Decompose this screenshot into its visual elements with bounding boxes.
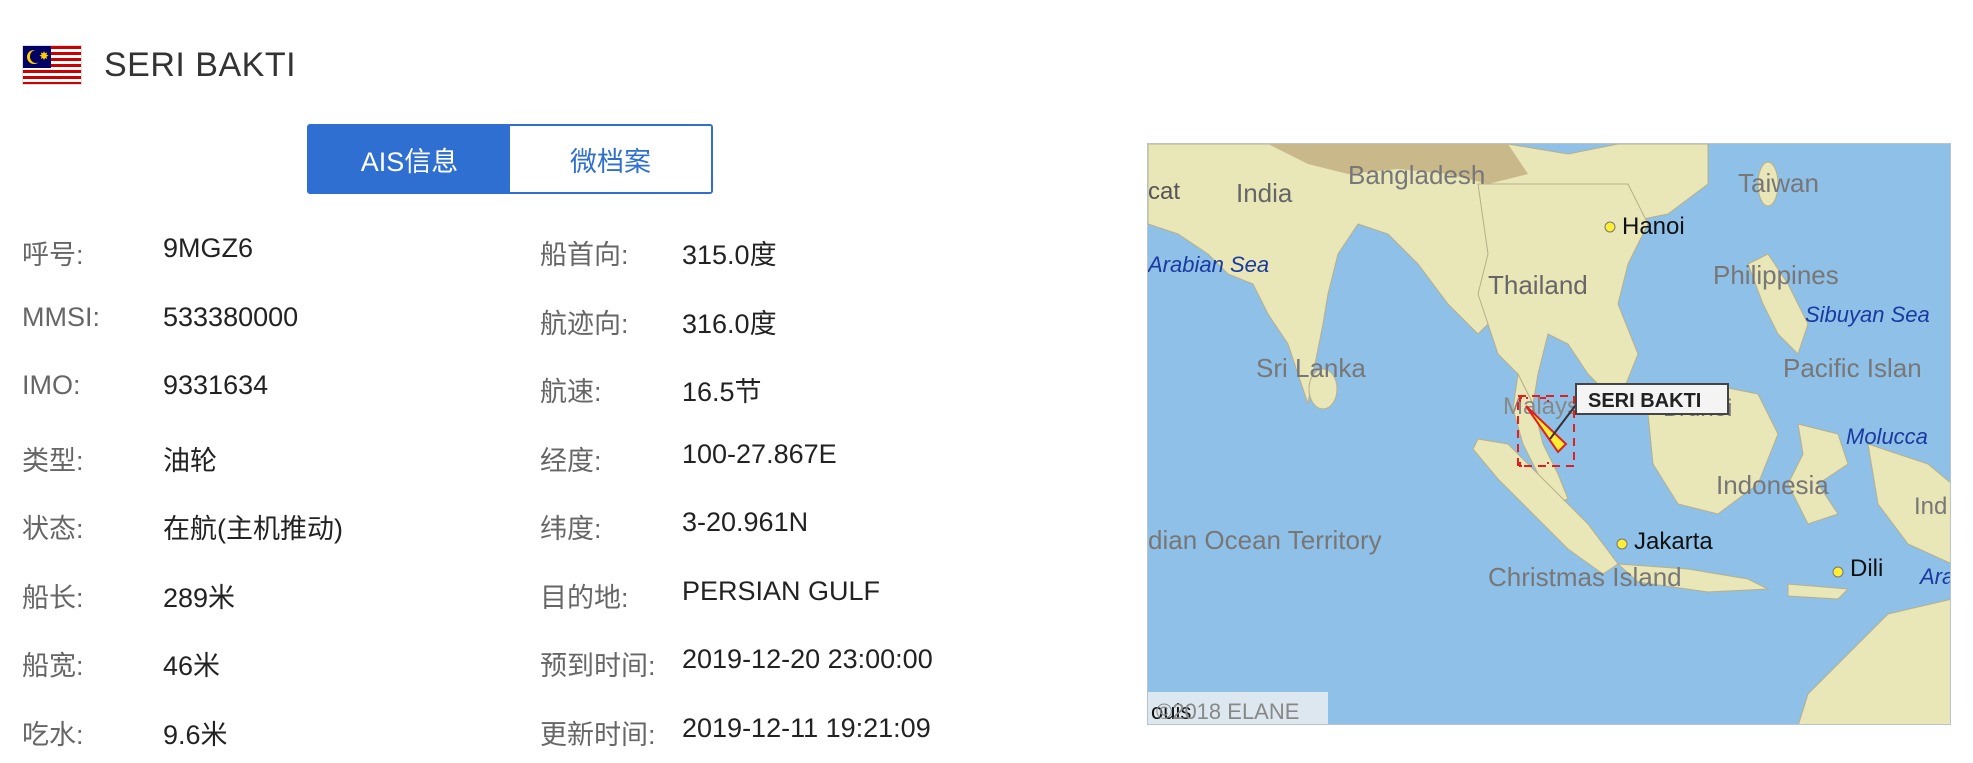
map-label-pacific-islands: Pacific Islan [1783, 353, 1922, 383]
map-label-jakarta: Jakarta [1634, 528, 1713, 555]
malaysia-flag-icon: ✸ [22, 45, 82, 85]
map-label-sibuyan-sea: Sibuyan Sea [1805, 302, 1930, 327]
field-value-type: 油轮 [163, 446, 217, 476]
field-value-eta: 2019-12-20 23:00:00 [682, 644, 933, 674]
field-value-length: 289米 [163, 583, 236, 613]
field-label-updated: 更新时间: [540, 720, 656, 750]
ship-label-text: SERI BAKTI [1588, 390, 1701, 412]
tab-micro-archive[interactable]: 微档案 [510, 126, 711, 192]
info-tabs: AIS信息 微档案 [307, 124, 713, 194]
field-label-status: 状态: [22, 514, 84, 544]
vessel-position-map[interactable]: cat India Bangladesh Taiwan Hanoi Arabia… [1147, 143, 1951, 725]
map-label-taiwan: Taiwan [1738, 168, 1819, 198]
field-value-updated: 2019-12-11 19:21:09 [682, 713, 931, 743]
field-value-course: 316.0度 [682, 309, 777, 339]
map-canvas[interactable]: cat India Bangladesh Taiwan Hanoi Arabia… [1148, 144, 1951, 725]
field-label-latitude: 纬度: [540, 514, 602, 544]
field-value-latitude: 3-20.961N [682, 507, 809, 537]
map-city-dot-dili [1832, 566, 1844, 578]
map-label-india: India [1236, 178, 1293, 208]
map-label-philippines: Philippines [1713, 260, 1839, 290]
map-label-ocean-territory: dian Ocean Territory [1148, 525, 1382, 555]
field-label-heading: 船首向: [540, 240, 629, 270]
field-label-type: 类型: [22, 446, 84, 476]
field-label-course: 航迹向: [540, 309, 629, 339]
map-city-dot-jakarta [1616, 538, 1628, 550]
map-city-dot-hanoi [1604, 221, 1616, 233]
vessel-header: ✸ SERI BAKTI [22, 40, 296, 90]
map-label-sri-lanka: Sri Lanka [1256, 353, 1366, 383]
field-value-beam: 46米 [163, 651, 221, 681]
field-label-length: 船长: [22, 583, 84, 613]
map-label-bangladesh: Bangladesh [1348, 160, 1485, 190]
map-label-ind: Ind [1914, 493, 1947, 520]
field-value-callsign: 9MGZ6 [163, 233, 254, 263]
field-label-speed: 航速: [540, 377, 602, 407]
map-label-indonesia: Indonesia [1716, 470, 1829, 500]
tab-ais-info[interactable]: AIS信息 [309, 126, 510, 192]
map-label-christmas-island: Christmas Island [1488, 562, 1682, 592]
field-value-mmsi: 533380000 [163, 302, 299, 332]
map-label-dili: Dili [1850, 555, 1883, 582]
map-label-ara: Ara [1918, 564, 1951, 589]
field-value-longitude: 100-27.867E [682, 439, 837, 469]
field-value-status: 在航(主机推动) [163, 514, 343, 544]
map-label-hanoi: Hanoi [1622, 213, 1685, 240]
field-label-imo: IMO: [22, 370, 81, 400]
field-value-speed: 16.5节 [682, 377, 762, 407]
field-value-destination: PERSIAN GULF [682, 576, 881, 606]
field-label-draught: 吃水: [22, 720, 84, 750]
vessel-name: SERI BAKTI [104, 45, 297, 84]
map-label-arabian-sea: Arabian Sea [1148, 252, 1269, 277]
field-label-longitude: 经度: [540, 446, 602, 476]
field-value-draught: 9.6米 [163, 720, 228, 750]
field-label-eta: 预到时间: [540, 651, 656, 681]
field-value-heading: 315.0度 [682, 240, 777, 270]
field-label-beam: 船宽: [22, 651, 84, 681]
map-label-molucca: Molucca [1846, 424, 1928, 449]
map-label-cat: cat [1148, 178, 1180, 205]
map-copyright: ©2018 ELANE [1156, 699, 1299, 724]
field-label-mmsi: MMSI: [22, 302, 100, 332]
field-value-imo: 9331634 [163, 370, 269, 400]
field-label-destination: 目的地: [540, 583, 629, 613]
field-label-callsign: 呼号: [22, 240, 84, 270]
map-label-thailand: Thailand [1488, 270, 1588, 300]
